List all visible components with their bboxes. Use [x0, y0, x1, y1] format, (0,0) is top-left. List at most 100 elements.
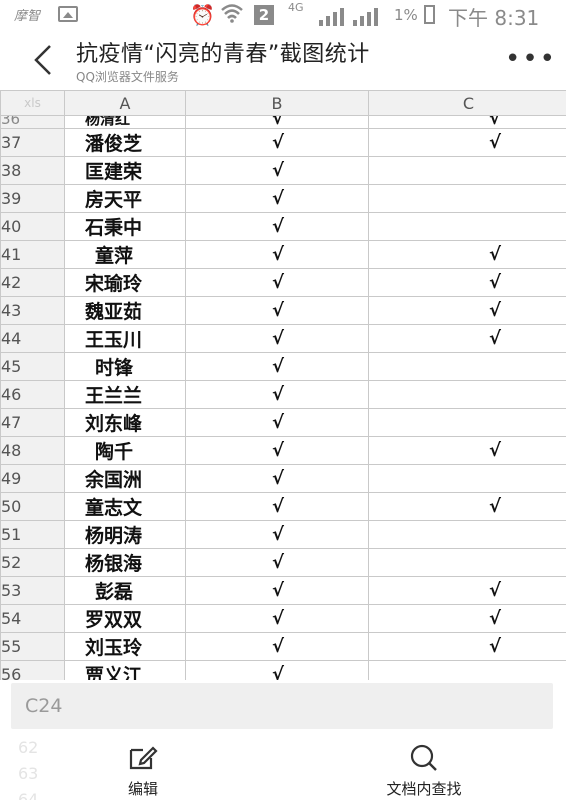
table-row[interactable]: 39 房天平 √: [0, 184, 566, 213]
name-cell[interactable]: 王玉川: [64, 324, 186, 353]
name-cell[interactable]: 童萍: [64, 240, 186, 269]
check-cell-c[interactable]: √: [368, 576, 566, 605]
check-cell-c[interactable]: [368, 548, 566, 577]
check-cell-b[interactable]: √: [185, 324, 369, 353]
table-row[interactable]: 36 杨清红 √ √: [0, 115, 566, 129]
name-cell[interactable]: 贾义江: [64, 660, 186, 680]
table-row[interactable]: 47 刘东峰 √: [0, 408, 566, 437]
check-cell-b[interactable]: √: [185, 184, 369, 213]
check-cell-b[interactable]: √: [185, 240, 369, 269]
table-row[interactable]: 50 童志文 √ √: [0, 492, 566, 521]
check-cell-c[interactable]: [368, 408, 566, 437]
table-row[interactable]: 56 贾义江 √: [0, 660, 566, 680]
name-cell[interactable]: 匡建荣: [64, 156, 186, 185]
more-options-button[interactable]: •••: [505, 44, 557, 74]
name-cell[interactable]: 宋瑜玲: [64, 268, 186, 297]
column-header-b[interactable]: B: [185, 90, 369, 116]
check-cell-c[interactable]: [368, 660, 566, 680]
check-cell-b[interactable]: √: [185, 156, 369, 185]
table-row[interactable]: 51 杨明涛 √: [0, 520, 566, 549]
check-mark: √: [272, 440, 285, 461]
name-cell[interactable]: 彭磊: [64, 576, 186, 605]
table-row[interactable]: 41 童萍 √ √: [0, 240, 566, 269]
edit-button[interactable]: 编辑: [118, 744, 168, 799]
check-cell-c[interactable]: √: [368, 128, 566, 157]
check-cell-b[interactable]: √: [185, 520, 369, 549]
check-cell-b[interactable]: √: [185, 408, 369, 437]
check-cell-b[interactable]: √: [185, 380, 369, 409]
check-cell-b[interactable]: √: [185, 436, 369, 465]
check-cell-b[interactable]: √: [185, 548, 369, 577]
cell-reference: C24: [25, 695, 63, 717]
name-cell[interactable]: 陶千: [64, 436, 186, 465]
table-row[interactable]: 40 石秉中 √: [0, 212, 566, 241]
table-row[interactable]: 48 陶千 √ √: [0, 436, 566, 465]
table-row[interactable]: 49 余国洲 √: [0, 464, 566, 493]
check-cell-c[interactable]: [368, 184, 566, 213]
name-cell[interactable]: 刘东峰: [64, 408, 186, 437]
check-cell-c[interactable]: [368, 212, 566, 241]
check-cell-b[interactable]: √: [185, 268, 369, 297]
check-cell-c[interactable]: [368, 464, 566, 493]
table-row[interactable]: 43 魏亚茹 √ √: [0, 296, 566, 325]
name-cell[interactable]: 余国洲: [64, 464, 186, 493]
check-cell-c[interactable]: √: [368, 324, 566, 353]
check-cell-c[interactable]: √: [368, 296, 566, 325]
check-cell-b[interactable]: √: [185, 632, 369, 661]
check-cell-b[interactable]: √: [185, 115, 369, 129]
spreadsheet-grid[interactable]: xls A B C 36 杨清红 √ √ 37 潘俊芝 √ √ 38 匡建荣 √ 39 房天平 √…: [0, 90, 566, 680]
back-button[interactable]: [30, 42, 60, 78]
check-cell-b[interactable]: √: [185, 464, 369, 493]
table-row[interactable]: 53 彭磊 √ √: [0, 576, 566, 605]
check-mark: √: [272, 664, 285, 680]
check-cell-c[interactable]: [368, 520, 566, 549]
table-row[interactable]: 46 王兰兰 √: [0, 380, 566, 409]
check-cell-c[interactable]: √: [368, 115, 566, 129]
name-cell[interactable]: 杨清红: [64, 115, 186, 129]
check-cell-b[interactable]: √: [185, 352, 369, 381]
check-cell-b[interactable]: √: [185, 212, 369, 241]
name-cell[interactable]: 刘玉玲: [64, 632, 186, 661]
check-cell-b[interactable]: √: [185, 296, 369, 325]
check-cell-b[interactable]: √: [185, 604, 369, 633]
cell-reference-field[interactable]: C24: [11, 683, 553, 729]
name-cell[interactable]: 潘俊芝: [64, 128, 186, 157]
name-cell[interactable]: 罗双双: [64, 604, 186, 633]
check-cell-c[interactable]: √: [368, 240, 566, 269]
check-cell-b[interactable]: √: [185, 128, 369, 157]
check-cell-c[interactable]: [368, 352, 566, 381]
name-cell[interactable]: 时锋: [64, 352, 186, 381]
spreadsheet-view[interactable]: xls A B C 36 杨清红 √ √ 37 潘俊芝 √ √ 38 匡建荣 √ 39 房天平 √…: [0, 90, 566, 680]
check-cell-b[interactable]: √: [185, 492, 369, 521]
check-cell-c[interactable]: [368, 156, 566, 185]
table-row[interactable]: 54 罗双双 √ √: [0, 604, 566, 633]
name-cell[interactable]: 杨银海: [64, 548, 186, 577]
table-row[interactable]: 37 潘俊芝 √ √: [0, 128, 566, 157]
row-number: 54: [0, 604, 65, 633]
name-cell[interactable]: 童志文: [64, 492, 186, 521]
table-row[interactable]: 45 时锋 √: [0, 352, 566, 381]
check-cell-c[interactable]: √: [368, 268, 566, 297]
check-cell-c[interactable]: √: [368, 632, 566, 661]
check-cell-c[interactable]: [368, 380, 566, 409]
find-in-document-button[interactable]: 文档内查找: [376, 744, 472, 799]
check-cell-c[interactable]: √: [368, 604, 566, 633]
name-cell[interactable]: 房天平: [64, 184, 186, 213]
signal-strength-icon: [352, 6, 380, 31]
table-row[interactable]: 44 王玉川 √ √: [0, 324, 566, 353]
check-cell-b[interactable]: √: [185, 660, 369, 680]
check-cell-c[interactable]: √: [368, 492, 566, 521]
table-row[interactable]: 42 宋瑜玲 √ √: [0, 268, 566, 297]
check-cell-b[interactable]: √: [185, 576, 369, 605]
name-cell[interactable]: 石秉中: [64, 212, 186, 241]
table-row[interactable]: 38 匡建荣 √: [0, 156, 566, 185]
table-row[interactable]: 55 刘玉玲 √ √: [0, 632, 566, 661]
name-cell[interactable]: 魏亚茹: [64, 296, 186, 325]
check-cell-c[interactable]: √: [368, 436, 566, 465]
row-number: 42: [0, 268, 65, 297]
name-cell[interactable]: 王兰兰: [64, 380, 186, 409]
column-header-c[interactable]: C: [368, 90, 566, 116]
table-row[interactable]: 52 杨银海 √: [0, 548, 566, 577]
name-cell[interactable]: 杨明涛: [64, 520, 186, 549]
column-header-a[interactable]: A: [64, 90, 186, 116]
